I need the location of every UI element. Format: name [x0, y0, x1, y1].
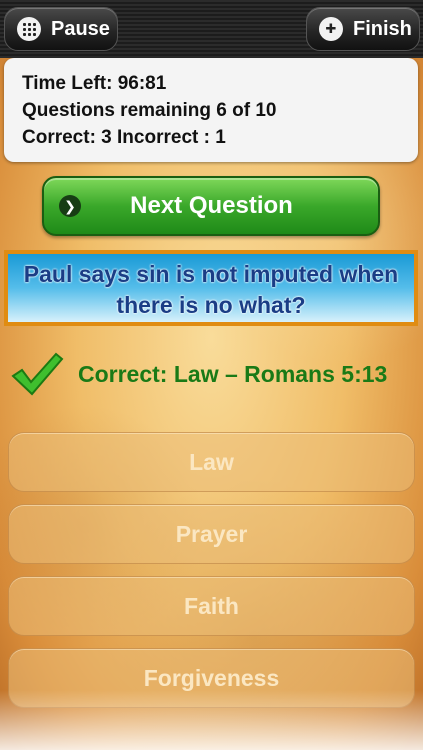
answer-option[interactable]: Faith	[8, 576, 415, 636]
pause-label: Pause	[51, 17, 110, 40]
question-box: Paul says sin is not imputed when there …	[4, 250, 418, 326]
answer-label: Law	[189, 448, 234, 475]
finish-label: Finish	[353, 17, 412, 40]
feedback-text: Correct: Law – Romans 5:13	[78, 360, 388, 387]
grid-icon	[17, 17, 41, 41]
score-summary: Correct: 3 Incorrect : 1	[22, 127, 226, 148]
question-text: Paul says sin is not imputed when there …	[23, 261, 399, 318]
chevron-right-icon: ❯	[59, 195, 81, 217]
top-toolbar: Pause ✚ Finish	[0, 0, 423, 58]
answer-option[interactable]: Forgiveness	[8, 648, 415, 708]
next-question-button[interactable]: ❯ Next Question	[42, 176, 380, 236]
answer-option[interactable]: Law	[8, 432, 415, 492]
answer-label: Forgiveness	[143, 664, 280, 691]
answer-feedback: Correct: Law – Romans 5:13	[10, 346, 420, 402]
checkmark-icon	[10, 350, 64, 398]
answer-label: Faith	[184, 592, 239, 619]
questions-remaining: Questions remaining 6 of 10	[22, 100, 277, 121]
answer-label: Prayer	[175, 520, 248, 547]
finish-button[interactable]: ✚ Finish	[306, 7, 420, 51]
time-left: Time Left: 96:81	[22, 73, 167, 94]
answer-option[interactable]: Prayer	[8, 504, 415, 564]
next-question-label: Next Question	[130, 192, 293, 219]
stats-panel: Time Left: 96:81 Questions remaining 6 o…	[4, 58, 418, 162]
plus-icon: ✚	[319, 17, 343, 41]
pause-button[interactable]: Pause	[4, 7, 118, 51]
